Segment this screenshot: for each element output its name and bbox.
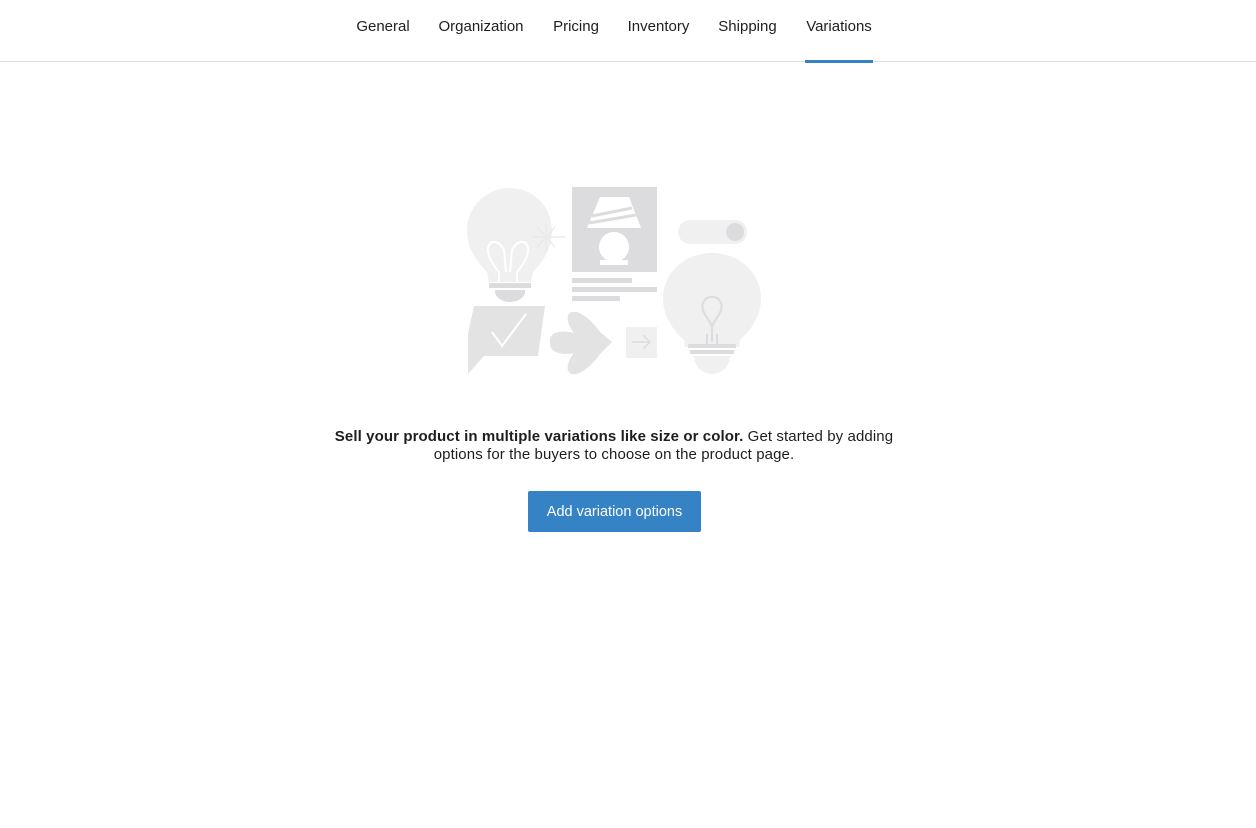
tab-variations[interactable]: Variations <box>805 0 873 63</box>
tab-pricing[interactable]: Pricing <box>552 0 600 62</box>
toggle-icon <box>678 220 747 244</box>
product-tabs: General Organization Pricing Inventory S… <box>0 0 1256 63</box>
tab-general[interactable]: General <box>356 0 410 62</box>
lamp-card-icon <box>572 187 657 301</box>
tab-inventory[interactable]: Inventory <box>626 0 691 62</box>
tab-organization[interactable]: Organization <box>437 0 525 62</box>
tab-shipping[interactable]: Shipping <box>717 0 778 62</box>
empty-state-message-bold: Sell your product in multiple variations… <box>334 428 744 445</box>
empty-state-message: Sell your product in multiple variations… <box>328 428 900 464</box>
flower-arrow-icon <box>550 311 612 375</box>
lightbulb-outline-icon <box>663 253 761 374</box>
lightbulb-icon <box>467 188 565 302</box>
variations-illustration <box>467 187 761 375</box>
speech-check-icon <box>468 306 545 374</box>
arrow-right-icon <box>626 327 657 358</box>
add-variation-options-button[interactable]: Add variation options <box>528 491 701 532</box>
